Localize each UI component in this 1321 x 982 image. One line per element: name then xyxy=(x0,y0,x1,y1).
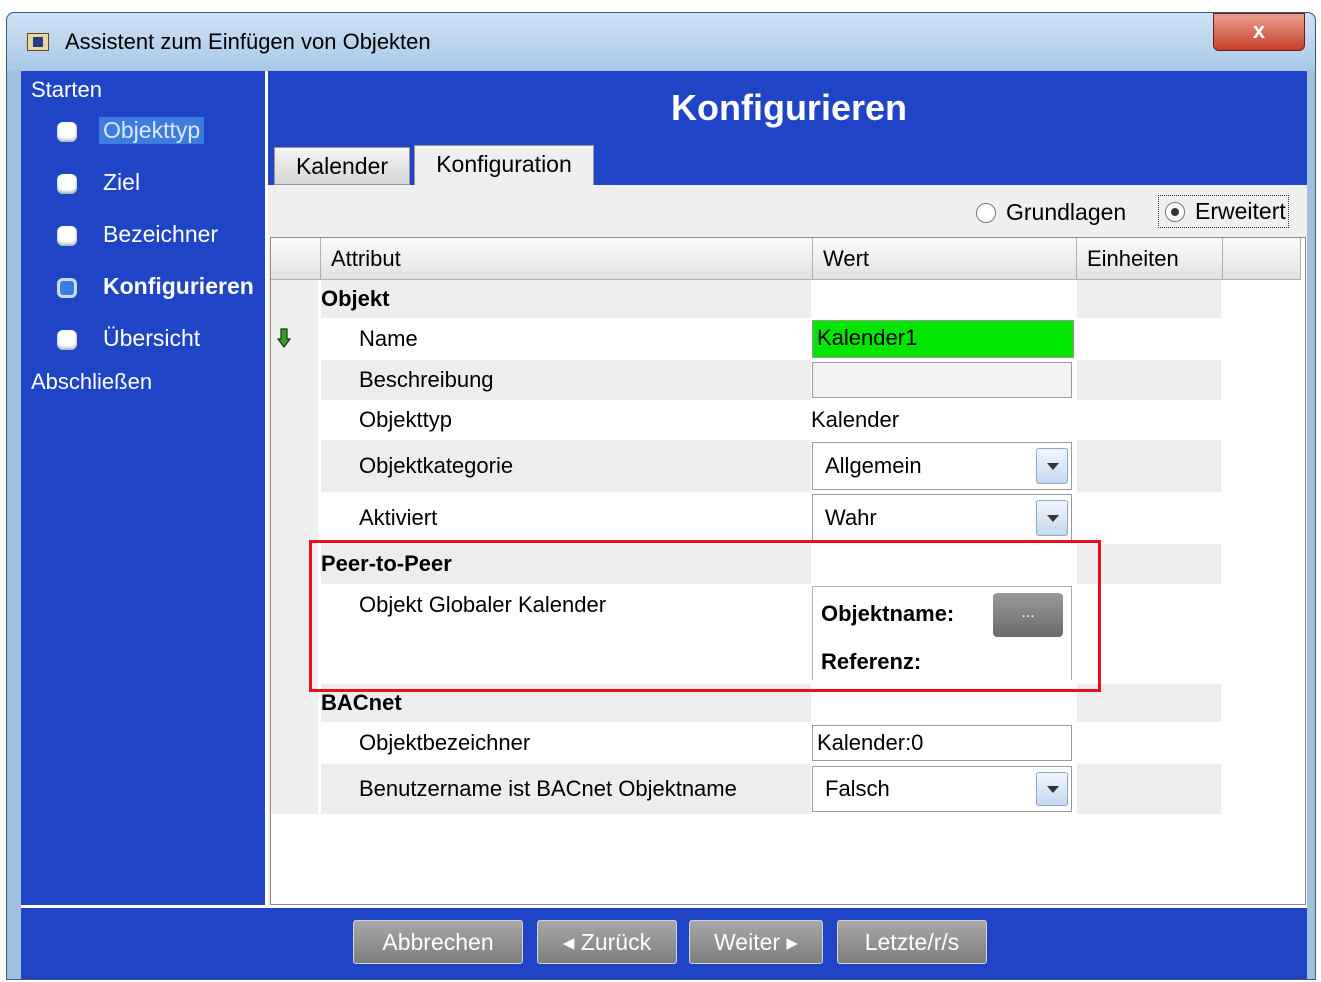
beschreibung-field[interactable] xyxy=(812,362,1072,398)
attribute-label: Benutzername ist BACnet Objektname xyxy=(359,776,737,801)
attribute-label: Name xyxy=(359,326,418,351)
name-field[interactable]: Kalender1 xyxy=(812,320,1074,358)
dropdown-value: Wahr xyxy=(825,505,877,530)
tab-konfiguration[interactable]: Konfiguration xyxy=(414,145,594,187)
table-row-beschreibung[interactable]: Beschreibung xyxy=(271,360,1221,400)
radio-unchecked-icon xyxy=(976,203,996,223)
row-gutter xyxy=(271,280,318,318)
radio-label: Grundlagen xyxy=(1006,199,1127,225)
sidebar-end-label: Abschließen xyxy=(31,369,153,394)
title-bar[interactable]: Assistent zum Einfügen von Objekten x xyxy=(7,13,1315,71)
window-title: Assistent zum Einfügen von Objekten xyxy=(65,29,431,54)
step-bullet-icon xyxy=(57,122,77,142)
dropdown-value: Falsch xyxy=(825,776,890,801)
next-button[interactable]: Weiter ▸ xyxy=(689,920,823,964)
annotation-highlight-box xyxy=(309,540,1101,692)
radio-checked-icon xyxy=(1165,202,1185,222)
objektbezeichner-field[interactable]: Kalender:0 xyxy=(812,725,1072,761)
row-gutter xyxy=(271,440,318,492)
wizard-steps-sidebar: Starten Objekttyp Ziel Bezeichner Konfig… xyxy=(21,71,265,905)
wizard-footer: Abbrechen ◂ Zurück Weiter ▸ Letzte/r/s xyxy=(21,905,1307,979)
sidebar-item-label: Übersicht xyxy=(103,325,201,351)
grid-header-gutter xyxy=(271,238,321,280)
app-icon xyxy=(27,33,49,51)
page-title: Konfigurieren xyxy=(670,87,907,128)
table-row-objektkategorie[interactable]: Objektkategorie Allgemein xyxy=(271,440,1221,492)
row-gutter xyxy=(271,360,318,400)
sidebar-item-label: Objekttyp xyxy=(99,117,205,144)
wizard-window: Assistent zum Einfügen von Objekten x St… xyxy=(6,12,1316,980)
sidebar-item-label: Ziel xyxy=(103,169,141,195)
step-bullet-icon xyxy=(57,330,77,350)
aktiviert-dropdown[interactable]: Wahr xyxy=(812,494,1072,542)
attribute-label: Beschreibung xyxy=(359,367,494,392)
attribute-label: Objekttyp xyxy=(359,407,452,432)
step-bullet-icon xyxy=(57,174,77,194)
row-gutter xyxy=(271,492,318,544)
sidebar-start-label: Starten xyxy=(31,77,102,102)
grid-header-filler xyxy=(1223,238,1301,280)
cell-bg xyxy=(1077,764,1221,814)
chevron-down-icon[interactable] xyxy=(1036,772,1068,806)
dropdown-value: Allgemein xyxy=(825,453,922,478)
property-grid: Attribut Wert Einheiten Objekt Name Kale… xyxy=(270,237,1306,905)
attribute-label: Objektkategorie xyxy=(359,453,514,478)
cell-bg xyxy=(321,280,811,318)
row-gutter xyxy=(271,400,318,440)
radio-label: Erweitert xyxy=(1195,198,1286,224)
table-row-benutzername[interactable]: Benutzername ist BACnet Objektname Falsc… xyxy=(271,764,1221,814)
finish-button[interactable]: Letzte/r/s xyxy=(837,920,987,964)
table-row-aktiviert[interactable]: Aktiviert Wahr xyxy=(271,492,1221,544)
arrow-down-icon xyxy=(277,328,291,348)
row-gutter xyxy=(271,722,318,764)
cancel-button[interactable]: Abbrechen xyxy=(353,920,523,964)
main-panel: Konfigurieren Kalender Konfiguration Gru… xyxy=(265,71,1307,905)
cell-bg xyxy=(1077,280,1221,318)
tab-content-panel: Grundlagen Erweitert Attribut Wert Einhe… xyxy=(268,185,1307,905)
objektkategorie-dropdown[interactable]: Allgemein xyxy=(812,442,1072,490)
back-button[interactable]: ◂ Zurück xyxy=(537,920,677,964)
grid-header-einheiten[interactable]: Einheiten xyxy=(1077,238,1223,280)
attribute-label: Aktiviert xyxy=(359,505,438,530)
current-step-bullet-icon xyxy=(57,278,77,298)
section-label: Objekt xyxy=(321,286,390,311)
grid-header-attribut[interactable]: Attribut xyxy=(321,238,813,280)
close-button[interactable]: x xyxy=(1213,13,1305,51)
table-row-objektbezeichner[interactable]: Objektbezeichner Kalender:0 xyxy=(271,722,1221,764)
benutzername-dropdown[interactable]: Falsch xyxy=(812,766,1072,812)
step-bullet-icon xyxy=(57,226,77,246)
sidebar-item-label: Bezeichner xyxy=(103,221,219,247)
chevron-down-icon[interactable] xyxy=(1036,500,1068,536)
grid-header-wert[interactable]: Wert xyxy=(813,238,1077,280)
table-row-section-objekt: Objekt xyxy=(271,280,1221,318)
sidebar-item-label: Konfigurieren xyxy=(103,273,254,299)
table-row-name[interactable]: Name Kalender1 xyxy=(271,318,1221,360)
cell-bg xyxy=(1077,360,1221,400)
attribute-label: Objektbezeichner xyxy=(359,730,531,755)
row-gutter xyxy=(271,764,318,814)
cell-bg xyxy=(1077,440,1221,492)
table-row-objekttyp: Objekttyp Kalender xyxy=(271,400,1221,440)
radio-erweitert[interactable]: Erweitert xyxy=(1158,195,1289,228)
chevron-down-icon[interactable] xyxy=(1036,448,1068,484)
objekttyp-value: Kalender xyxy=(811,407,900,432)
tab-kalender[interactable]: Kalender xyxy=(274,147,410,185)
client-area: Starten Objekttyp Ziel Bezeichner Konfig… xyxy=(21,71,1307,979)
radio-grundlagen[interactable]: Grundlagen xyxy=(976,199,1126,226)
